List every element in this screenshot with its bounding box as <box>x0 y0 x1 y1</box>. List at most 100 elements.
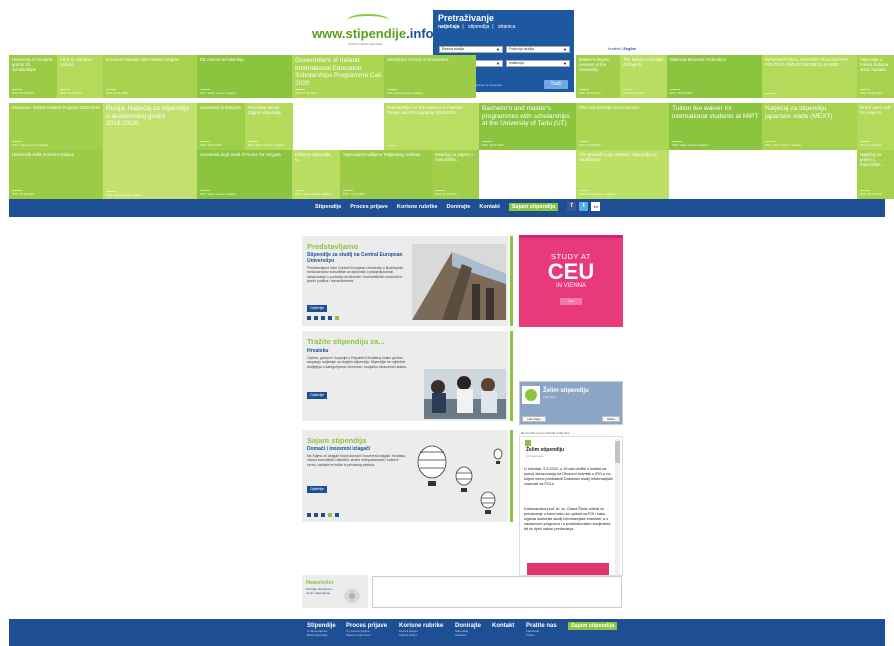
tile-title: Rusija: Natječaj za stipendije u akadems… <box>106 105 190 127</box>
scholarship-tile[interactable]: Bachelor's and master's programmes with … <box>479 103 576 150</box>
field-select[interactable]: Područje studija ▼ <box>506 46 570 53</box>
dropdown-arrow-icon: ▼ <box>563 47 567 52</box>
scholarship-tile[interactable]: Stockholm School of Economics ROK: stalno… <box>384 55 476 98</box>
scholarship-tile[interactable]: Government of Ireland International Educ… <box>292 55 384 98</box>
footer-col-stipendije[interactable]: Stipendije O stipendijama Baza stipendija <box>307 623 336 637</box>
panel-subtitle[interactable]: Stipendije za studij na Central European… <box>307 252 407 264</box>
footer-col-korisne-rubrike[interactable]: Korisne rubrike Korisni savjeti Korisni li… <box>399 623 443 637</box>
scholarship-tile[interactable]: Università degli Studi di Roma Tor Verga… <box>197 150 292 199</box>
tile-title: Stockholm School of Economics <box>387 57 449 62</box>
scholarship-tile[interactable]: Rusija: Natječaj za stipendije u akadems… <box>103 103 197 200</box>
carousel-dots[interactable] <box>307 513 339 517</box>
panel-sajam-stipendija: Sajam stipendija Domaći i inozemni izlag… <box>302 430 513 522</box>
scholarship-tile[interactable]: INTERNATIONAL MASTER: PHILOSOPHY, POLITI… <box>762 55 857 98</box>
more-button[interactable]: Opširnije <box>307 486 327 493</box>
scholarship-tile[interactable]: Università di Bologna ROK: 10.02.2020. <box>197 103 245 150</box>
students-photo <box>424 369 506 419</box>
nav-sajam-stipendija[interactable]: Sajam stipendija <box>508 203 559 211</box>
scholarship-tile[interactable]: Wallonia-Brussels Federation ROK: 28.02.2… <box>667 55 762 98</box>
scholarship-tile[interactable]: DE Alumni Scholarship ROK: stalno otvoren… <box>197 55 292 98</box>
feed-scrollbar[interactable] <box>615 439 620 575</box>
search-button[interactable]: Traži <box>544 80 568 89</box>
panel-accent-bar <box>510 430 513 522</box>
ceu-ad-banner[interactable]: STUDY AT CEU IN VIENNA CEU <box>519 235 623 327</box>
scholarship-tile[interactable]: I.D.E.S. Summer School ROK: 30.06.2020. <box>57 55 103 98</box>
scholarship-tile[interactable]: The Italian Consulate of Zagreb ROK: 31.0… <box>620 55 667 98</box>
more-button[interactable]: Opširnije <box>307 392 327 399</box>
tile-title: The Breakthrough Institute: Stipendije z… <box>579 152 657 163</box>
facebook-icon[interactable]: f <box>567 202 577 211</box>
post-author[interactable]: Želim stipendiju <box>526 447 564 453</box>
panel-text: Općine, gradovi i županije u Republici H… <box>307 356 407 369</box>
panel-accent-bar <box>510 236 513 326</box>
panel-predstavljamo: Predstavljamo Stipendije za studij na Ce… <box>302 236 513 326</box>
dropdown-arrow-icon: ▼ <box>496 61 500 66</box>
scholarship-tile[interactable]: Erasmus Mundus Joint Master Degree ROK: 3… <box>103 55 197 98</box>
post-time: 10 hours ago <box>526 454 544 458</box>
tile-title: Stipendije/Izmišljene Talijanskog instit… <box>343 152 421 157</box>
search-tab-natjecaja[interactable]: natječaja <box>438 24 459 30</box>
panel-subtitle[interactable]: Domaći i inozemni izlagači <box>307 446 370 452</box>
twitter-icon[interactable]: t <box>579 202 589 211</box>
tile-deadline: ROK: 21.03.2020. <box>435 192 458 196</box>
scholarship-tile[interactable]: Stipendije/Izmišljene Talijanskog instit… <box>340 150 432 199</box>
scholarship-tile[interactable]: University of Insubria grants 10 scholar… <box>9 55 57 98</box>
scholarship-tile[interactable]: PhD scholarships in Economics ROK: 10.08.… <box>576 103 669 150</box>
scholarship-tile[interactable]: Natječaj za prijem u Sveučilište... ROK: … <box>857 150 894 199</box>
search-tab-stipendija[interactable]: stipendija <box>468 24 489 30</box>
panel-subtitle[interactable]: Hrvatsku <box>307 348 328 354</box>
footer-col-donirajte[interactable]: Donirajte Stipendije Iskustva <box>455 623 481 637</box>
scholarship-tile[interactable]: RISIS open call for projects ROK: 01.03.2… <box>857 103 894 150</box>
lang-en[interactable]: English <box>624 47 637 51</box>
logo-text: www.stipendije.info <box>312 26 434 41</box>
scholarship-tile[interactable]: Natječaj za stipendiju japanske vlade (M… <box>762 103 857 150</box>
fb-share-button[interactable]: Share <box>602 416 620 422</box>
scholarship-tile[interactable]: Università della Svizzera italiana ROK: 1… <box>9 150 103 199</box>
facebook-feed[interactable]: Želim stipendiju 10 hours ago U četvrtak… <box>519 436 623 576</box>
footer-sajam-stipendija[interactable]: Sajam stipendija <box>568 622 618 630</box>
footer-col-pratite-nas[interactable]: Pratite nas Facebook Twitter <box>526 623 557 637</box>
fb-page-name[interactable]: Želim stipendiju <box>543 388 589 394</box>
flickr-icon[interactable]: ●● <box>591 202 601 211</box>
carousel-dots[interactable] <box>307 316 339 320</box>
nav-proces-prijave[interactable]: Proces prijave <box>350 204 388 211</box>
level-select[interactable]: Razina studija ▼ <box>439 46 503 53</box>
tile-deadline: ROK: stalno otvoren natječaj <box>248 143 284 147</box>
facebook-page-widget: Želim stipendiju 7.3K likes Like Page Sh… <box>519 381 623 425</box>
footer-col-kontakt[interactable]: Kontakt <box>492 623 514 629</box>
newsletter-box: Newsletter Primajte obavijesti o novim n… <box>302 575 368 608</box>
tile-deadline: ROK: 27.01.2020. <box>295 91 318 95</box>
nav-korisne-rubrike[interactable]: Korisne rubrike <box>397 204 438 211</box>
scholarship-tile[interactable]: Scholarships for the Masters in Fashion,… <box>384 103 479 150</box>
scholarship-tile[interactable]: Privredna banka Zagreb stipendije ROK: st… <box>245 103 293 150</box>
institution-select[interactable]: Institucija ▼ <box>506 60 570 67</box>
tile-title: Scholarships for the Masters in Fashion,… <box>387 105 464 116</box>
scholarship-tile[interactable]: The Breakthrough Institute: Stipendije z… <box>576 150 669 199</box>
fb-feed-label: Be the first of your friends to like thi… <box>521 431 570 435</box>
tile-deadline: ROK: 30.09.2020. <box>12 91 35 95</box>
newsletter-email-input[interactable] <box>372 576 622 608</box>
fb-like-button[interactable]: Like Page <box>522 416 546 422</box>
site-logo[interactable]: www.stipendije.info Portal hrvatskih sti… <box>302 10 434 46</box>
scholarship-tile[interactable]: Državne stipendije u... ROK: stalno otvor… <box>292 150 340 199</box>
scholarship-tile[interactable]: Natječaj za prijem u Sveučilište... ROK: … <box>432 150 479 199</box>
search-tab-stranica[interactable]: stranica <box>498 24 516 30</box>
tile-title: RISIS open call for projects <box>860 105 890 116</box>
scholarship-tile[interactable]: Stipendije u Fondu Šabana Jovic Šabana RO… <box>857 55 894 98</box>
dropdown-arrow-icon: ▼ <box>496 47 500 52</box>
nav-donirajte[interactable]: Donirajte <box>447 204 471 211</box>
scholarship-tile[interactable]: Master's degree courses at the Universit… <box>576 55 620 98</box>
tile-deadline: ROK: stalno otvoren natječaj <box>200 192 236 196</box>
nav-kontakt[interactable]: Kontakt <box>479 204 499 211</box>
panel-title: Tražite stipendiju za... <box>307 337 385 346</box>
tile-title: University of Insubria grants 10 scholar… <box>12 57 53 73</box>
tile-title: Università della Svizzera italiana <box>12 152 74 157</box>
dropdown-arrow-icon: ▼ <box>563 61 567 66</box>
lang-hr[interactable]: Hrvatski <box>608 47 621 51</box>
footer-col-proces-prijave[interactable]: Proces prijave O procesu prijave Prijavni … <box>346 623 387 637</box>
tile-deadline: ROK: 20.01.2020. <box>860 91 883 95</box>
nav-stipendije[interactable]: Stipendije <box>315 204 341 211</box>
more-button[interactable]: Opširnije <box>307 305 327 312</box>
scholarship-tile[interactable]: Tuition fee waiver for international stu… <box>669 103 762 150</box>
scholarship-tile[interactable]: Erasmus+ Institut Pasteur Projects 2019-… <box>9 103 103 150</box>
